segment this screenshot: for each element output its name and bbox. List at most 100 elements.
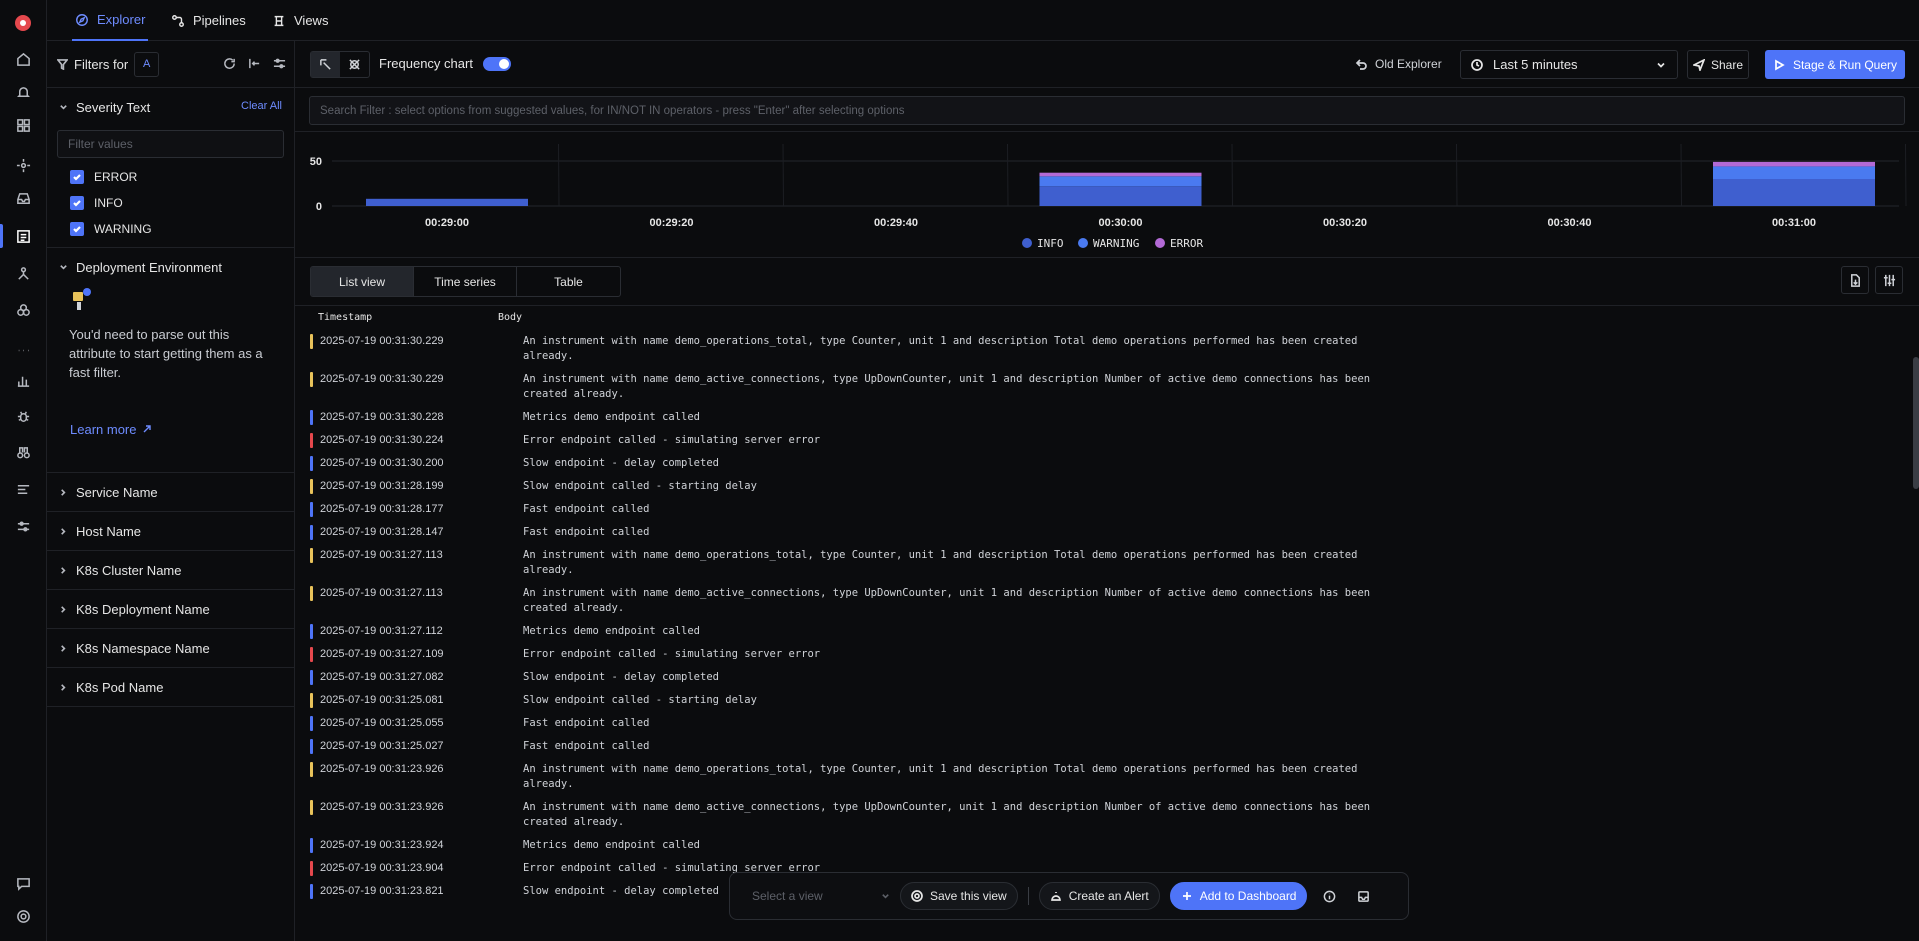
binoculars-icon[interactable] (13, 442, 33, 462)
traces-icon[interactable] (13, 263, 33, 283)
severity-indicator (310, 647, 313, 662)
settings-sliders-icon[interactable] (13, 516, 33, 536)
refresh-icon[interactable] (223, 57, 236, 70)
services-icon[interactable] (13, 155, 33, 175)
left-rail (0, 0, 47, 941)
log-row[interactable]: 2025-07-19 00:31:30.229 An instrument wit… (295, 330, 1919, 368)
time-range-select[interactable]: Last 5 minutes (1460, 50, 1678, 79)
severity-option-info[interactable]: INFO (47, 190, 294, 216)
severity-indicator (310, 693, 313, 708)
log-row[interactable]: 2025-07-19 00:31:27.109 Error endpoint ca… (295, 643, 1919, 666)
support-chat-icon[interactable] (13, 873, 33, 893)
logo-icon[interactable] (15, 15, 31, 31)
filter-values-input[interactable]: Filter values (57, 130, 284, 158)
k8s-pod-name-section[interactable]: K8s Pod Name (47, 668, 294, 707)
log-row[interactable]: 2025-07-19 00:31:25.055 Fast endpoint cal… (295, 712, 1919, 735)
log-row[interactable]: 2025-07-19 00:31:25.081 Slow endpoint cal… (295, 689, 1919, 712)
log-row[interactable]: 2025-07-19 00:31:27.113 An instrument wit… (295, 582, 1919, 620)
gridline-vertical (1456, 143, 1458, 207)
log-row[interactable]: 2025-07-19 00:31:23.924 Metrics demo endp… (295, 834, 1919, 857)
old-explorer-button[interactable]: Old Explorer (1355, 57, 1442, 71)
log-row[interactable]: 2025-07-19 00:31:28.177 Fast endpoint cal… (295, 498, 1919, 521)
log-row[interactable]: 2025-07-19 00:31:30.224 Error endpoint ca… (295, 429, 1919, 452)
filter-settings-icon[interactable] (273, 57, 286, 70)
metrics-icon[interactable] (13, 370, 33, 390)
tab-explorer-label: Explorer (97, 12, 146, 27)
tab-explorer[interactable]: Explorer (72, 0, 149, 41)
clear-all-link[interactable]: Clear All (241, 100, 282, 112)
export-panel-icon[interactable] (1351, 884, 1375, 908)
log-row[interactable]: 2025-07-19 00:31:27.112 Metrics demo endp… (295, 620, 1919, 643)
severity-indicator (310, 624, 313, 639)
frequency-chart-switch[interactable] (482, 56, 511, 71)
collapse-sidebar-icon[interactable] (248, 57, 261, 70)
k8s-namespace-name-section[interactable]: K8s Namespace Name (47, 629, 294, 668)
checkbox-checked[interactable] (70, 170, 84, 184)
rail-active-indicator (0, 224, 3, 248)
gridline-vertical (1680, 143, 1682, 207)
more-icon[interactable] (13, 340, 33, 360)
logs-scrollbar[interactable] (1913, 357, 1919, 489)
view-mode-toggle[interactable] (310, 51, 370, 78)
k8s-cluster-name-section[interactable]: K8s Cluster Name (47, 551, 294, 590)
log-row[interactable]: 2025-07-19 00:31:27.113 An instrument wit… (295, 544, 1919, 582)
log-body: Metrics demo endpoint called (523, 411, 701, 423)
k8s-deployment-name-section[interactable]: K8s Deployment Name (47, 590, 294, 629)
list-icon[interactable] (13, 479, 33, 499)
log-row[interactable]: 2025-07-19 00:31:23.926 An instrument wit… (295, 758, 1919, 796)
frequency-chart-label: Frequency chart (379, 56, 473, 71)
format-options-button[interactable] (1875, 266, 1903, 294)
select-view-dropdown[interactable]: Select a view (742, 882, 890, 910)
tab-time-series[interactable]: Time series (414, 267, 517, 296)
service-name-section[interactable]: Service Name (47, 473, 294, 512)
severity-indicator (310, 884, 313, 899)
grid-mode-icon[interactable] (340, 52, 369, 77)
legend-swatch (1022, 238, 1032, 248)
log-row[interactable]: 2025-07-19 00:31:23.926 An instrument wit… (295, 796, 1919, 834)
query-letter-badge[interactable]: A (134, 51, 160, 77)
tab-pipelines[interactable]: Pipelines (171, 0, 246, 41)
search-filter-input[interactable]: Search Filter : select options from sugg… (309, 96, 1905, 125)
log-row[interactable]: 2025-07-19 00:31:30.229 An instrument wit… (295, 368, 1919, 406)
create-alert-button[interactable]: Create an Alert (1038, 882, 1160, 910)
checkbox-checked[interactable] (70, 222, 84, 236)
log-row[interactable]: 2025-07-19 00:31:30.228 Metrics demo endp… (295, 406, 1919, 429)
home-icon[interactable] (13, 49, 33, 69)
gridline-vertical (558, 143, 560, 207)
log-row[interactable]: 2025-07-19 00:31:28.147 Fast endpoint cal… (295, 521, 1919, 544)
deployment-section-header[interactable]: Deployment Environment (47, 248, 294, 286)
cursor-mode-icon[interactable] (311, 52, 340, 77)
severity-indicator (310, 838, 313, 853)
tab-list-view[interactable]: List view (311, 267, 414, 296)
tab-table[interactable]: Table (517, 267, 620, 296)
learn-more-link[interactable]: Learn more (47, 414, 294, 444)
log-row[interactable]: 2025-07-19 00:31:30.200 Slow endpoint - d… (295, 452, 1919, 475)
stage-run-query-button[interactable]: Stage & Run Query (1765, 50, 1905, 79)
dashboards-icon[interactable] (13, 115, 33, 135)
download-button[interactable] (1841, 266, 1869, 294)
inbox-icon[interactable] (13, 188, 33, 208)
log-row[interactable]: 2025-07-19 00:31:25.027 Fast endpoint cal… (295, 735, 1919, 758)
alerts-icon[interactable] (13, 82, 33, 102)
severity-indicator (310, 739, 313, 754)
integrations-icon[interactable] (13, 300, 33, 320)
save-view-button[interactable]: Save this view (900, 882, 1018, 910)
severity-option-error[interactable]: ERROR (47, 164, 294, 190)
log-row[interactable]: 2025-07-19 00:31:27.082 Slow endpoint - d… (295, 666, 1919, 689)
gear-icon[interactable] (13, 906, 33, 926)
legend-label: ERROR (1170, 237, 1203, 250)
bug-icon[interactable] (13, 406, 33, 426)
logs-icon[interactable] (13, 226, 33, 246)
log-row[interactable]: 2025-07-19 00:31:28.199 Slow endpoint cal… (295, 475, 1919, 498)
share-button[interactable]: Share (1687, 50, 1749, 79)
tab-views[interactable]: Views (272, 0, 328, 41)
checkbox-checked[interactable] (70, 196, 84, 210)
host-name-section[interactable]: Host Name (47, 512, 294, 551)
bar-error (1713, 161, 1875, 167)
bar-warning (1713, 166, 1875, 179)
frequency-chart-control: Frequency chart (379, 56, 511, 71)
info-icon[interactable] (1317, 884, 1341, 908)
undo-icon (1355, 59, 1367, 70)
add-to-dashboard-button[interactable]: Add to Dashboard (1169, 882, 1308, 910)
severity-option-warning[interactable]: WARNING (47, 216, 294, 242)
